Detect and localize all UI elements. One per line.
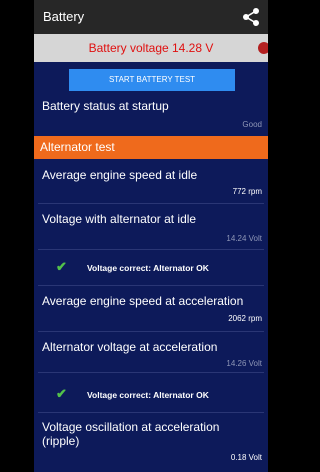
start-battery-test-button[interactable]: START BATTERY TEST [69, 69, 235, 91]
share-icon[interactable] [242, 7, 260, 27]
divider [38, 203, 264, 204]
alternator-ok-row-2: ✔ Voltage correct: Alternator OK [34, 376, 268, 410]
ripple-label: Voltage oscillation at acceleration (rip… [42, 420, 220, 448]
idle-speed-value: 772 rpm [232, 187, 262, 196]
idle-speed-row: Average engine speed at idle 772 rpm [34, 166, 268, 202]
check-icon: ✔ [56, 386, 67, 401]
battery-status-row: Battery status at startup Good [34, 98, 268, 132]
app-title: Battery [43, 9, 85, 24]
voltage-text: Battery voltage 14.28 V [88, 41, 214, 55]
idle-speed-label: Average engine speed at idle [42, 168, 198, 182]
app-bar: Battery [34, 0, 268, 34]
idle-voltage-value: 14.24 Volt [226, 234, 262, 243]
section-title: Alternator test [40, 140, 115, 154]
voltage-banner: Battery voltage 14.28 V [34, 34, 268, 62]
ripple-value: 0.18 Volt [230, 453, 262, 462]
divider [38, 412, 264, 413]
alternator-test-header: Alternator test [34, 136, 268, 159]
close-dot-icon[interactable] [258, 42, 268, 54]
alternator-ok-text-1: Voltage correct: Alternator OK [87, 263, 209, 273]
accel-voltage-label: Alternator voltage at acceleration [42, 340, 218, 354]
divider [38, 372, 264, 373]
idle-voltage-label: Voltage with alternator at idle [42, 212, 197, 226]
accel-voltage-row: Alternator voltage at acceleration 14.26… [34, 334, 268, 372]
accel-voltage-value: 14.26 Volt [226, 359, 262, 368]
accel-speed-label: Average engine speed at acceleration [42, 294, 244, 308]
divider [38, 331, 264, 332]
divider [38, 285, 264, 286]
check-icon: ✔ [56, 259, 67, 274]
idle-voltage-row: Voltage with alternator at idle 14.24 Vo… [34, 206, 268, 246]
accel-speed-row: Average engine speed at acceleration 206… [34, 290, 268, 330]
ripple-row: Voltage oscillation at acceleration (rip… [34, 415, 268, 470]
battery-status-label: Battery status at startup [42, 99, 169, 113]
alternator-ok-row-1: ✔ Voltage correct: Alternator OK [34, 250, 268, 284]
accel-speed-value: 2062 rpm [228, 314, 262, 323]
alternator-ok-text-2: Voltage correct: Alternator OK [87, 390, 209, 400]
battery-status-value: Good [242, 120, 262, 129]
app-frame: Battery Battery voltage 14.28 V START BA… [34, 0, 268, 472]
